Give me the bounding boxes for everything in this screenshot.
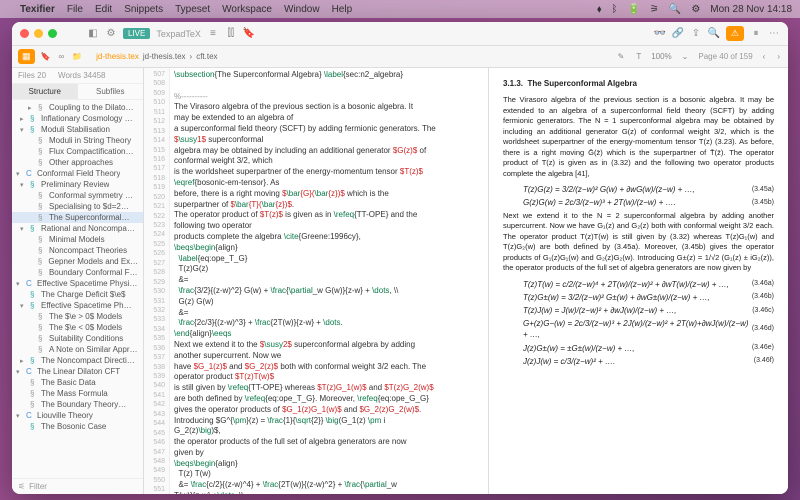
tree-item[interactable]: ▸§Inflationary Cosmology … [12, 113, 143, 124]
tree-item[interactable]: §Moduli in String Theory [12, 135, 143, 146]
outline-button[interactable]: ▦ [18, 49, 35, 64]
tree-item[interactable]: §Noncompact Theories [12, 245, 143, 256]
menu-window[interactable]: Window [284, 4, 320, 15]
tree-item[interactable]: §Other approaches [12, 157, 143, 168]
sidebar-toggle-icon[interactable]: ◧ [87, 28, 99, 40]
tree-item[interactable]: §The Boundary Theory… [12, 399, 143, 410]
tree-item[interactable]: ▾CEffective Spacetime Physi… [12, 278, 143, 289]
dropbox-icon[interactable]: ⬧ [597, 4, 602, 15]
search-toolbar-icon[interactable]: 🔍 [708, 28, 720, 40]
clock[interactable]: Mon 28 Nov 14:18 [710, 4, 792, 15]
tree-item[interactable]: §Minimal Models [12, 234, 143, 245]
tab-structure[interactable]: Structure [12, 84, 78, 99]
chevron-down-icon[interactable]: ⌄ [680, 50, 691, 63]
tree-item[interactable]: §The Basic Data [12, 377, 143, 388]
menu-file[interactable]: File [67, 4, 83, 15]
tree-item[interactable]: §A Note on Similar Appr… [12, 344, 143, 355]
titlebar: ◧ ⚙ LIVE TexpadTeX ≡ ⫿⫿ 🔖 👓 🔗 ⇪ 🔍 ⚠ ⏸ ⋯ [12, 22, 788, 46]
text-icon[interactable]: T [634, 50, 643, 63]
warnings-button[interactable]: ⚠ [726, 26, 744, 41]
sidebar: Files 20 Words 34458 Structure Subfiles … [12, 68, 144, 494]
pdf-preview[interactable]: 3.1.3. The Superconformal Algebra The Vi… [488, 68, 788, 494]
menu-help[interactable]: Help [332, 4, 353, 15]
outline-tree[interactable]: ▸§Coupling to the Dilato…▸§Inflationary … [12, 100, 143, 478]
menu-workspace[interactable]: Workspace [222, 4, 272, 15]
page-indicator: Page 40 of 159 [698, 52, 752, 61]
code-editor[interactable]: 507 508 509 510 511 512 513 514 515 516 … [144, 68, 488, 494]
search-icon[interactable]: 🔍 [669, 4, 681, 15]
link-icon[interactable]: 🔗 [672, 28, 684, 40]
tree-item[interactable]: §The $\e > 0$ Models [12, 311, 143, 322]
tree-item[interactable]: §Gepner Models and Exa… [12, 256, 143, 267]
more-icon[interactable]: ⋯ [768, 28, 780, 40]
tree-item[interactable]: §The Mass Formula [12, 388, 143, 399]
prev-page-icon[interactable]: ‹ [761, 50, 768, 63]
macos-menubar: Texifier File Edit Snippets Typeset Work… [0, 0, 800, 18]
control-center-icon[interactable]: ⚙ [691, 4, 700, 15]
preview-paragraph: Next we extend it to the N = 2 superconf… [503, 211, 774, 274]
gear-icon[interactable]: ⚙ [105, 28, 117, 40]
code-content[interactable]: \subsection{The Superconformal Algebra} … [170, 68, 488, 494]
main-window: ◧ ⚙ LIVE TexpadTeX ≡ ⫿⫿ 🔖 👓 🔗 ⇪ 🔍 ⚠ ⏸ ⋯ … [12, 22, 788, 494]
tree-item[interactable]: ▾§Rational and Noncompa… [12, 223, 143, 234]
tree-item[interactable]: §Conformal symmetry … [12, 190, 143, 201]
doctype-label[interactable]: TexpadTeX [156, 29, 201, 39]
tree-item[interactable]: §Flux Compactification… [12, 146, 143, 157]
zoom-level[interactable]: 100% [651, 52, 671, 61]
tree-item[interactable]: ▾CThe Linear Dilaton CFT [12, 366, 143, 377]
sidebar-filter[interactable]: ⚟ Filter [12, 478, 143, 494]
secondary-toolbar: ▦ 🔖 ∞ 📁 jd-thesis.tex jd-thesis.tex › cf… [12, 46, 788, 68]
preview-heading: 3.1.3. The Superconformal Algebra [503, 78, 774, 89]
breadcrumb: jd-thesis.tex jd-thesis.tex › cft.tex [96, 52, 217, 61]
menu-edit[interactable]: Edit [95, 4, 112, 15]
infinity-icon[interactable]: ∞ [56, 50, 66, 63]
tab-subfiles[interactable]: Subfiles [78, 84, 144, 99]
live-badge: LIVE [123, 28, 150, 39]
tree-item[interactable]: §The Superconformal… [12, 212, 143, 223]
app-name[interactable]: Texifier [20, 4, 55, 15]
battery-icon[interactable]: 🔋 [627, 4, 639, 15]
next-page-icon[interactable]: › [775, 50, 782, 63]
share-icon[interactable]: ⇪ [690, 28, 702, 40]
columns-icon[interactable]: ⫿⫿ [225, 28, 237, 40]
pause-icon[interactable]: ⏸ [750, 28, 762, 40]
breadcrumb-file[interactable]: jd-thesis.tex [96, 52, 139, 61]
sidebar-stats: Files 20 Words 34458 [12, 68, 143, 84]
breadcrumb-section[interactable]: cft.tex [196, 52, 217, 61]
bookmark-icon[interactable]: 🔖 [243, 28, 255, 40]
preview-paragraph: The Virasoro algebra of the previous sec… [503, 95, 774, 179]
tree-item[interactable]: §The Charge Deficit $\e$ [12, 289, 143, 300]
menu-typeset[interactable]: Typeset [175, 4, 210, 15]
list-icon[interactable]: ≡ [207, 28, 219, 40]
main-area: Files 20 Words 34458 Structure Subfiles … [12, 68, 788, 494]
filter-icon: ⚟ [18, 482, 25, 491]
zoom-button[interactable] [48, 29, 57, 38]
tree-item[interactable]: ▾§Effective Spacetime Ph… [12, 300, 143, 311]
tree-item[interactable]: ▾CLiouville Theory [12, 410, 143, 421]
tree-item[interactable]: §The Bosonic Case [12, 421, 143, 432]
tag-icon[interactable]: 🔖 [39, 50, 53, 63]
folder-icon[interactable]: 📁 [70, 50, 84, 63]
glasses-icon[interactable]: 👓 [654, 28, 666, 40]
tree-item[interactable]: ▾CConformal Field Theory [12, 168, 143, 179]
tree-item[interactable]: ▾§Moduli Stabilisation [12, 124, 143, 135]
menu-snippets[interactable]: Snippets [124, 4, 163, 15]
cursor-icon[interactable]: ✎ [616, 50, 627, 63]
minimize-button[interactable] [34, 29, 43, 38]
tree-item[interactable]: §The $\e < 0$ Models [12, 322, 143, 333]
tree-item[interactable]: ▸§Coupling to the Dilato… [12, 102, 143, 113]
tree-item[interactable]: ▸§The Noncompact Directi… [12, 355, 143, 366]
line-gutter: 507 508 509 510 511 512 513 514 515 516 … [144, 68, 170, 494]
tree-item[interactable]: ▾§Preliminary Review [12, 179, 143, 190]
wifi-icon[interactable]: ⚞ [650, 4, 659, 15]
tree-item[interactable]: §Suitability Conditions [12, 333, 143, 344]
close-button[interactable] [20, 29, 29, 38]
tree-item[interactable]: §Boundary Conformal Fi… [12, 267, 143, 278]
bluetooth-icon[interactable]: ᛒ [611, 4, 617, 15]
tree-item[interactable]: §Specialising to $d=2… [12, 201, 143, 212]
